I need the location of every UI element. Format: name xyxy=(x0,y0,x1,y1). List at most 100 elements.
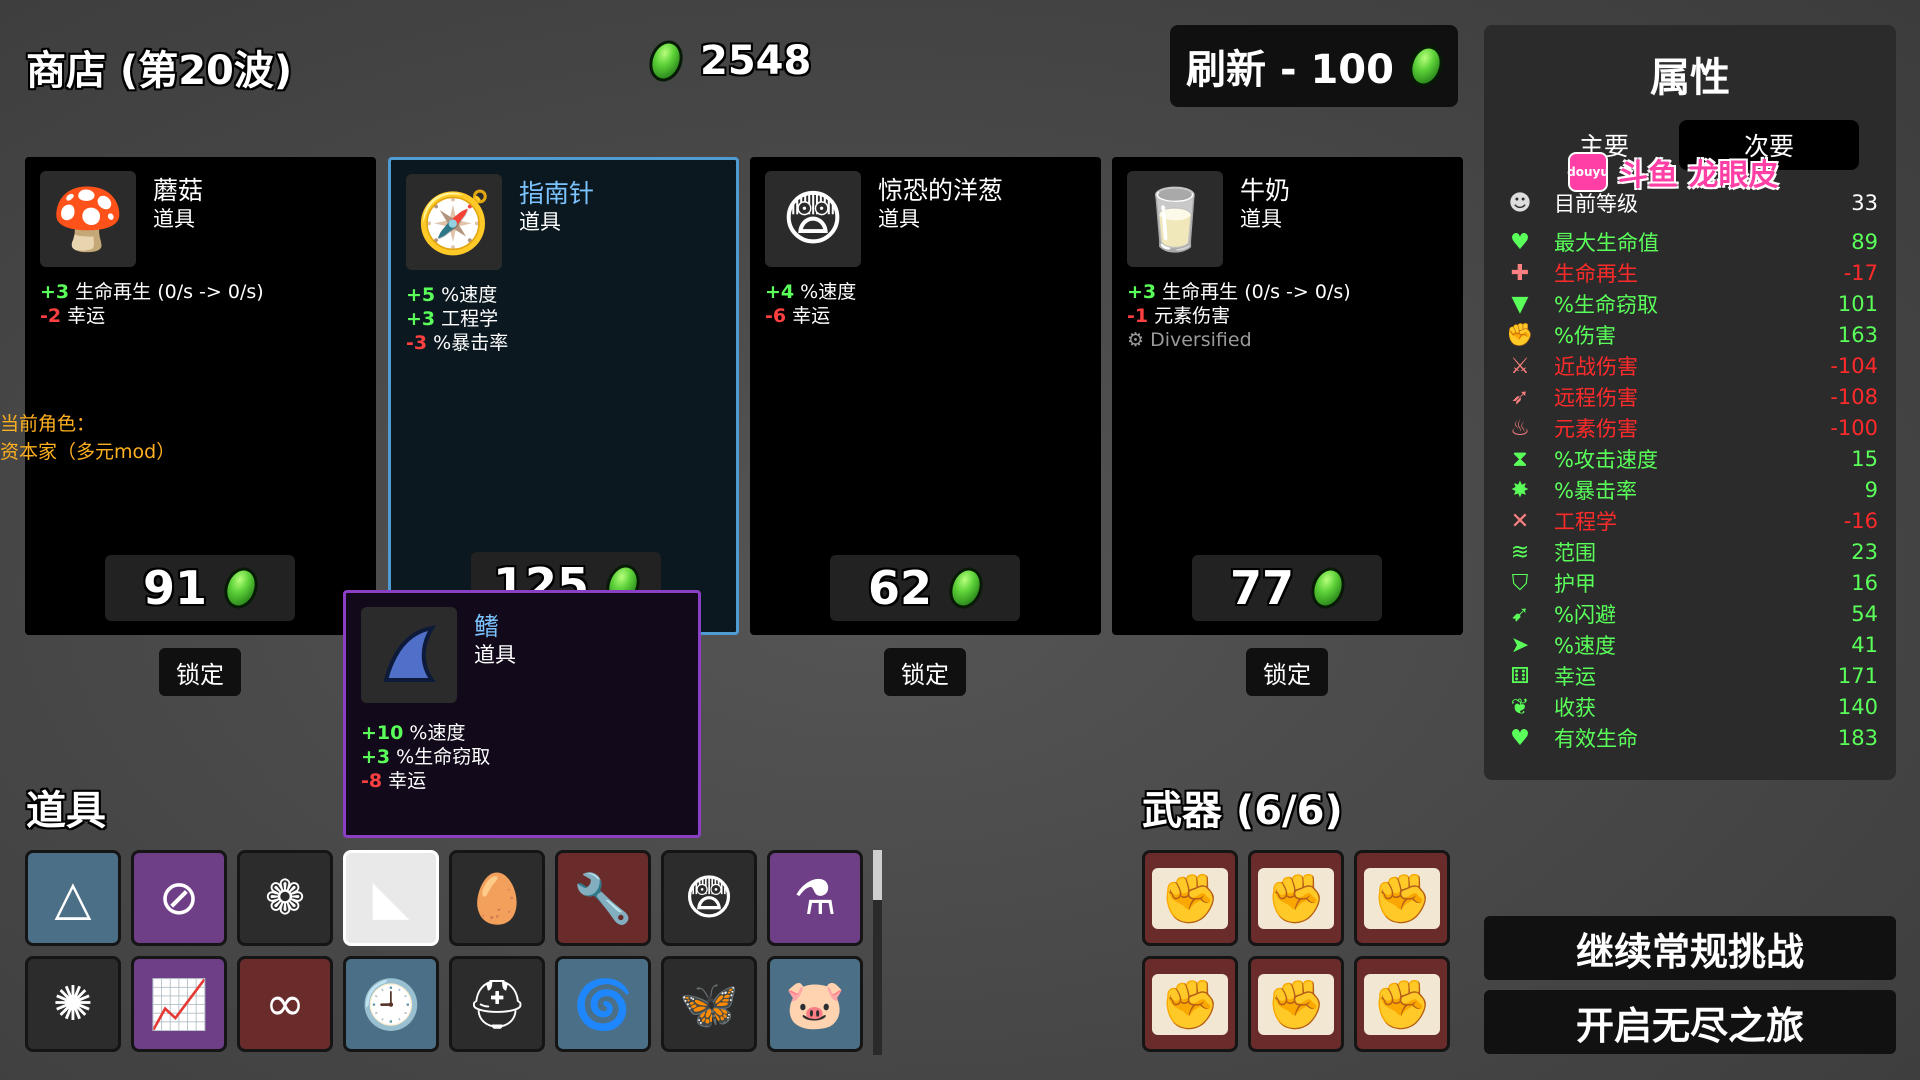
stat-value: 89 xyxy=(1851,230,1878,254)
heart-icon: ♥ xyxy=(1510,229,1530,255)
shop-card[interactable]: 🧭 指南针 道具 +5 %速度 +3 工程学 -3 %暴击率 125 xyxy=(388,157,739,635)
stat-row[interactable]: ♥ 最大生命值 89 xyxy=(1506,227,1878,257)
shop-card[interactable]: 😨 惊恐的洋葱 道具 +4 %速度 -6 幸运 62 xyxy=(750,157,1101,635)
weapon-slot[interactable]: ✊ xyxy=(1142,850,1238,946)
stat-row[interactable]: ⛉ 护甲 16 xyxy=(1506,568,1878,598)
wrench-cross-icon: ✕ xyxy=(1510,508,1530,534)
stat-line: -8 幸运 xyxy=(361,770,427,792)
binoculars-icon: ∞ xyxy=(265,976,305,1032)
stats-title: 属性 xyxy=(1650,55,1730,101)
compass-icon: 🧭 xyxy=(406,174,502,270)
stat-row[interactable]: ✚ 生命再生 -17 xyxy=(1506,258,1878,288)
item-slot[interactable]: 🥚 xyxy=(449,850,545,946)
scrollbar-thumb[interactable] xyxy=(873,850,882,900)
stat-value: 9 xyxy=(1864,478,1878,502)
stat-row[interactable]: ♥ 有效生命 183 xyxy=(1506,723,1878,753)
stat-label: 有效生命 xyxy=(1554,727,1638,751)
stat-value: -100 xyxy=(1830,416,1878,440)
item-slot[interactable]: △ xyxy=(25,850,121,946)
stat-row[interactable]: ✕ 工程学 -16 xyxy=(1506,506,1878,536)
item-slot[interactable]: 🕘 xyxy=(343,956,439,1052)
watermark-logo: douyu xyxy=(1567,152,1609,192)
buy-button[interactable]: 77 xyxy=(1192,555,1382,621)
potion-bag-icon: ⚗ xyxy=(793,870,837,926)
stat-line: -1 元素伤害 xyxy=(1127,305,1231,327)
tooltip-stats: +10 %速度 +3 %生命窃取 -8 幸运 xyxy=(361,721,490,793)
stat-row[interactable]: ➹ %闪避 54 xyxy=(1506,599,1878,629)
stat-row[interactable]: ⚔ 近战伤害 -104 xyxy=(1506,351,1878,381)
refresh-button[interactable]: 刷新 - 100 xyxy=(1170,25,1458,107)
stat-line: +3 生命再生 (0/s -> 0/s) xyxy=(40,281,264,303)
continue-challenge-button[interactable]: 继续常规挑战 xyxy=(1484,916,1896,980)
tooltip-item-type: 道具 xyxy=(474,643,516,667)
item-slot[interactable]: ✺ xyxy=(25,956,121,1052)
sword-icon: ⚔ xyxy=(1510,353,1530,379)
material-gem-icon xyxy=(643,35,689,87)
stat-label: 最大生命值 xyxy=(1554,231,1659,255)
item-slot[interactable]: 🐷 xyxy=(767,956,863,1052)
stat-value: 101 xyxy=(1837,292,1878,316)
stat-row[interactable]: ➶ 远程伤害 -108 xyxy=(1506,382,1878,412)
stat-row[interactable]: ♨ 元素伤害 -100 xyxy=(1506,413,1878,443)
sponge-icon: ❁ xyxy=(264,870,306,926)
stat-row[interactable]: ▼ %生命窃取 101 xyxy=(1506,289,1878,319)
shop-item-stats: +5 %速度 +3 工程学 -3 %暴击率 xyxy=(406,283,508,355)
shield-icon: ⛉ xyxy=(1511,570,1529,596)
stat-label: %攻击速度 xyxy=(1554,448,1658,472)
stat-value: 16 xyxy=(1851,571,1878,595)
item-slot[interactable]: 🔧 xyxy=(555,850,651,946)
contract-fist-icon: ✊ xyxy=(1364,973,1440,1035)
shop-card[interactable]: 🍄 蘑菇 道具 +3 生命再生 (0/s -> 0/s) -2 幸运 91 xyxy=(25,157,376,635)
endless-mode-button[interactable]: 开启无尽之旅 xyxy=(1484,990,1896,1054)
lock-button[interactable]: 锁定 xyxy=(1246,648,1328,696)
level-icon: ☻ xyxy=(1508,190,1532,216)
stat-line: +5 %速度 xyxy=(406,284,498,306)
watermark-text: 斗鱼 龙眼皮 xyxy=(1618,158,1779,193)
lock-button[interactable]: 锁定 xyxy=(159,648,241,696)
item-slot[interactable]: 🌀 xyxy=(555,956,651,1052)
contract-fist-icon: ✊ xyxy=(1152,973,1228,1035)
stat-line: +3 生命再生 (0/s -> 0/s) xyxy=(1127,281,1351,303)
price-value: 91 xyxy=(142,561,207,615)
hourglass-icon: ⧗ xyxy=(1512,446,1528,472)
item-slot[interactable]: ⛑ xyxy=(449,956,545,1052)
weapon-slot[interactable]: ✊ xyxy=(1354,850,1450,946)
helmet-icon: ⛑ xyxy=(466,976,528,1033)
shop-card[interactable]: 🥛 牛奶 道具 +3 生命再生 (0/s -> 0/s) -1 元素伤害 ⚙ Div… xyxy=(1112,157,1463,635)
item-slot[interactable]: 🦋 xyxy=(661,956,757,1052)
items-scrollbar[interactable] xyxy=(873,850,882,1055)
scared-onion-icon: 😨 xyxy=(765,171,861,267)
item-slot[interactable]: ∞ xyxy=(237,956,333,1052)
item-tooltip: 鳍 道具 +10 %速度 +3 %生命窃取 -8 幸运 xyxy=(343,590,701,838)
stat-value: 140 xyxy=(1837,695,1878,719)
stat-line: +3 %生命窃取 xyxy=(361,746,491,768)
weapon-slot[interactable]: ✊ xyxy=(1248,850,1344,946)
diversified-tag: ⚙ Diversified xyxy=(1127,329,1252,351)
item-slot[interactable]: 📈 xyxy=(131,956,227,1052)
weapon-slot[interactable]: ✊ xyxy=(1248,956,1344,1052)
weapon-slot[interactable]: ✊ xyxy=(1142,956,1238,1052)
lock-button[interactable]: 锁定 xyxy=(884,648,966,696)
stat-row[interactable]: ❦ 收获 140 xyxy=(1506,692,1878,722)
stat-row[interactable]: ≋ 范围 23 xyxy=(1506,537,1878,567)
weapon-slot[interactable]: ✊ xyxy=(1354,956,1450,1052)
item-slot[interactable]: 😨 xyxy=(661,850,757,946)
material-gem-icon xyxy=(218,562,264,614)
item-slot[interactable]: ⊘ xyxy=(131,850,227,946)
stat-label: 工程学 xyxy=(1554,510,1617,534)
stat-row[interactable]: ➤ %速度 41 xyxy=(1506,630,1878,660)
buy-button[interactable]: 91 xyxy=(105,555,295,621)
item-slot[interactable]: ⚗ xyxy=(767,850,863,946)
material-gem-icon xyxy=(1403,40,1449,92)
stat-line: -3 %暴击率 xyxy=(406,332,509,354)
item-slot[interactable]: ◣ xyxy=(343,850,439,946)
range-icon: ≋ xyxy=(1510,539,1530,565)
stat-row[interactable]: ⧗ %攻击速度 15 xyxy=(1506,444,1878,474)
stat-row[interactable]: ⚅ 幸运 171 xyxy=(1506,661,1878,691)
stat-row[interactable]: ✸ %暴击率 9 xyxy=(1506,475,1878,505)
flame-icon: ♨ xyxy=(1510,415,1530,441)
buy-button[interactable]: 62 xyxy=(830,555,1020,621)
stat-row[interactable]: ✊ %伤害 163 xyxy=(1506,320,1878,350)
weapons-section-title: 武器 (6/6) xyxy=(1142,788,1343,834)
item-slot[interactable]: ❁ xyxy=(237,850,333,946)
